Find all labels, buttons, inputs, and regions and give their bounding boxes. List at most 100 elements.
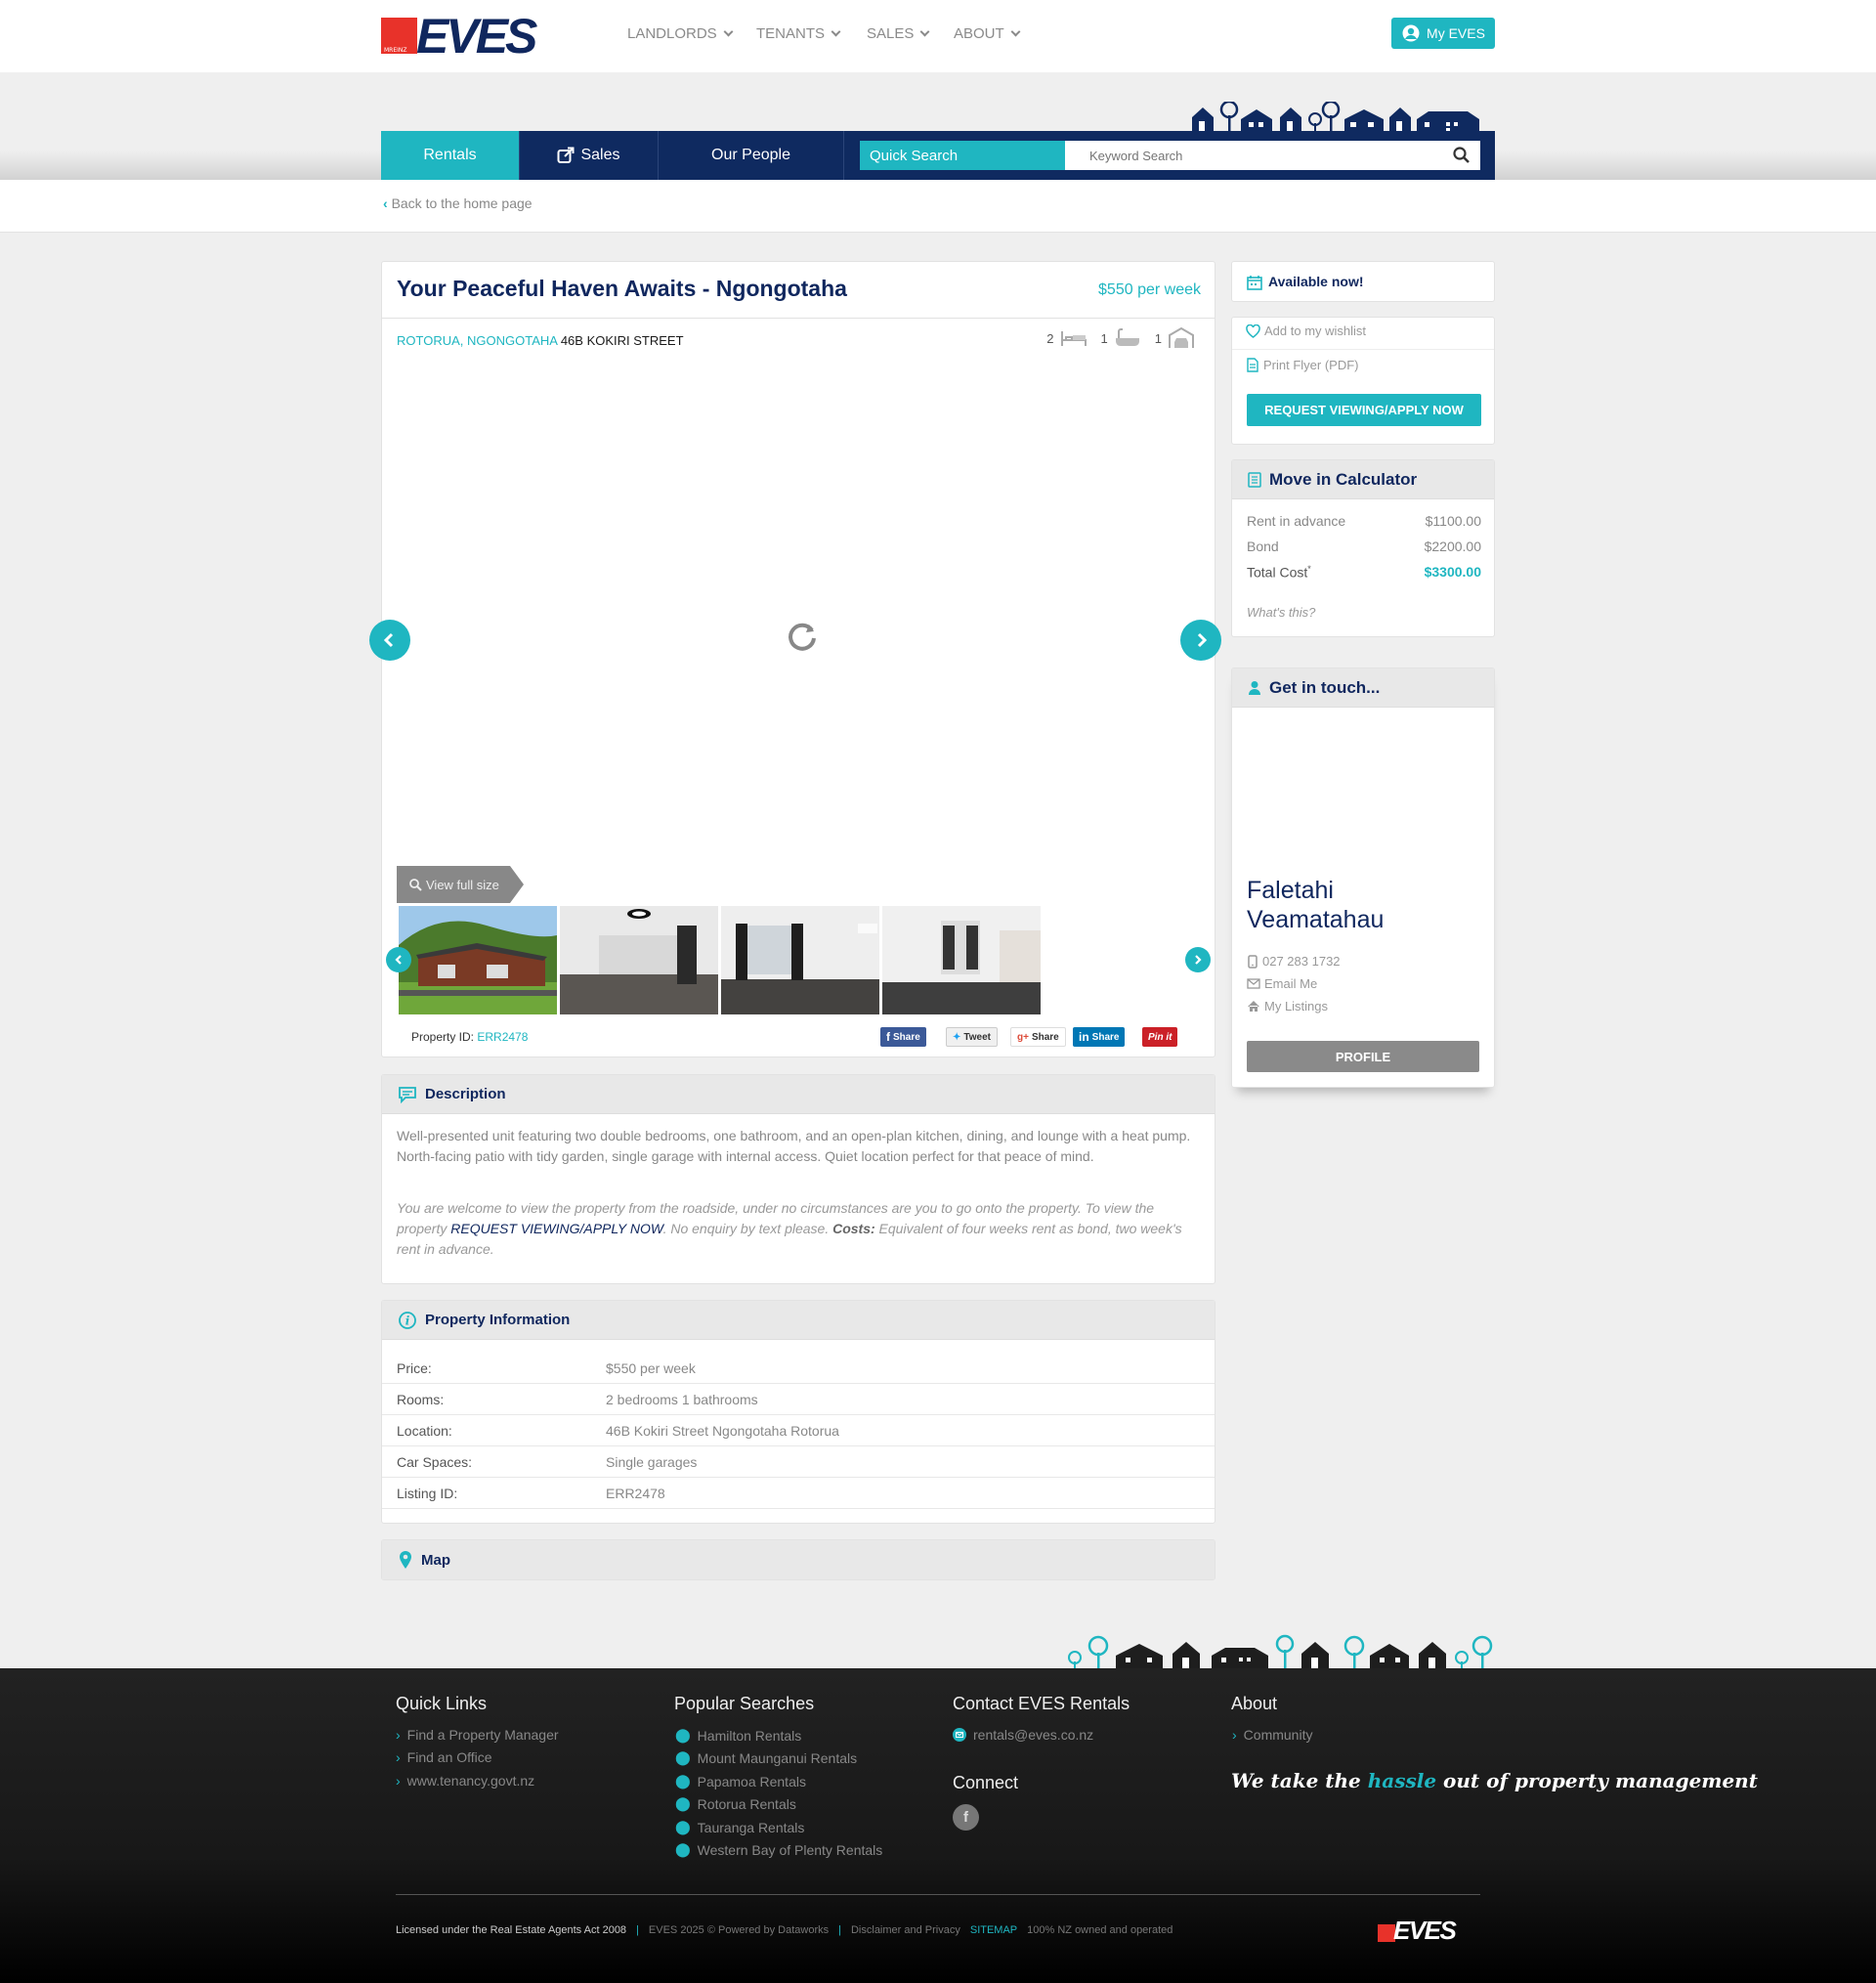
agent-email-label: Email Me (1264, 976, 1318, 991)
get-in-touch-heading: Get in touch... (1269, 677, 1381, 697)
view-full-size-button[interactable]: View full size (397, 866, 524, 903)
search-icon[interactable] (1451, 145, 1472, 166)
calc-value: $1100.00 (1425, 513, 1481, 529)
popular-search-link[interactable]: ⬤ Rotorua Rentals (675, 1795, 796, 1812)
map-pin-icon: ⬤ (675, 1841, 691, 1857)
info-row-price: Price: $550 per week (382, 1353, 1215, 1384)
nav-landlords[interactable]: LANDLORDS (627, 25, 734, 42)
chevron-down-icon (831, 26, 841, 37)
zoom-icon (409, 879, 422, 891)
linkedin-share-button[interactable]: in Share (1073, 1027, 1126, 1047)
popular-search-link[interactable]: ⬤ Western Bay of Plenty Rentals (675, 1841, 882, 1858)
footer-link-find-office[interactable]: › Find an Office (396, 1749, 492, 1765)
keyword-search-input[interactable] (1065, 141, 1480, 170)
footer-link-find-property-manager[interactable]: › Find a Property Manager (396, 1727, 559, 1743)
chevron-down-icon (1010, 26, 1021, 37)
calc-row-bond: Bond $2200.00 (1247, 539, 1481, 554)
carousel-prev-button[interactable] (369, 620, 410, 661)
note-request-link[interactable]: REQUEST VIEWING/APPLY NOW (450, 1221, 662, 1236)
photo-thumbnail-2[interactable] (560, 906, 718, 1014)
info-value: ERR2478 (606, 1485, 665, 1501)
footer-link-label: www.tenancy.govt.nz (406, 1773, 535, 1789)
whats-this-link[interactable]: What's this? (1247, 605, 1315, 620)
tab-rentals[interactable]: Rentals (381, 131, 520, 191)
google-plus-share-button[interactable]: g+ Share (1010, 1027, 1066, 1047)
garage-count: 1 (1154, 330, 1162, 346)
nav-about[interactable]: ABOUT (954, 25, 1021, 42)
contact-email-link[interactable]: rentals@eves.co.nz (953, 1727, 1093, 1743)
eves-logo[interactable]: MREINZ EVES (381, 9, 565, 64)
calc-row-rent: Rent in advance $1100.00 (1247, 513, 1481, 529)
print-flyer-link[interactable]: Print Flyer (PDF) (1246, 358, 1359, 372)
google-plus-share-label: Share (1031, 1031, 1059, 1043)
pinterest-pin-label: Pin it (1148, 1031, 1172, 1043)
room-photo (882, 906, 1041, 1014)
footer-eves-logo[interactable]: EVES (1378, 1916, 1481, 1946)
footer-link-community[interactable]: › Community (1232, 1727, 1312, 1743)
heart-icon (1246, 323, 1260, 338)
my-eves-button[interactable]: My EVES (1391, 18, 1495, 49)
footer-link-label: Find a Property Manager (406, 1727, 559, 1743)
map-heading: Map (421, 1551, 450, 1569)
property-info-heading: Property Information (425, 1312, 571, 1328)
tab-sales-label: Sales (580, 147, 620, 163)
facebook-share-label: Share (893, 1031, 920, 1043)
nav-tenants[interactable]: TENANTS (756, 25, 841, 42)
popular-search-link[interactable]: ⬤ Papamoa Rentals (675, 1773, 806, 1789)
nav-sales[interactable]: SALES (867, 25, 930, 42)
map-panel[interactable]: Map (381, 1539, 1215, 1580)
calendar-icon (1247, 276, 1262, 290)
calc-asterisk: * (1307, 564, 1311, 574)
photo-thumbnail-1[interactable] (399, 906, 557, 1014)
footer-link-tenancy[interactable]: › www.tenancy.govt.nz (396, 1773, 534, 1789)
chevron-right-icon (1195, 955, 1202, 965)
tab-our-people[interactable]: Our People (659, 131, 844, 180)
agent-email-link[interactable]: Email Me (1247, 976, 1317, 991)
popular-search-link[interactable]: ⬤ Hamilton Rentals (675, 1727, 801, 1744)
popular-search-label: Tauranga Rentals (697, 1819, 805, 1835)
agent-phone[interactable]: 027 283 1732 (1247, 954, 1341, 969)
property-id-value: ERR2478 (477, 1030, 529, 1044)
facebook-icon[interactable]: f (953, 1804, 979, 1831)
bed-icon (1060, 331, 1087, 346)
carousel-next-button[interactable] (1180, 620, 1221, 661)
mobile-phone-icon (1248, 954, 1258, 969)
photo-thumbnail-3[interactable] (721, 906, 879, 1014)
photo-thumbnail-4[interactable] (882, 906, 1041, 1014)
listing-tab-bar: Rentals Sales Our People Quick Search (381, 131, 1495, 191)
pinterest-pin-button[interactable]: Pin it (1142, 1027, 1178, 1047)
add-to-wishlist-link[interactable]: Add to my wishlist (1246, 323, 1366, 338)
footer-divider (396, 1894, 1480, 1895)
divider (382, 318, 1215, 319)
sitemap-link[interactable]: SITEMAP (970, 1924, 1017, 1936)
agent-listings-label: My Listings (1264, 999, 1329, 1013)
tab-sales[interactable]: Sales (520, 131, 659, 180)
agent-profile-button[interactable]: PROFILE (1247, 1041, 1479, 1072)
disclaimer-link[interactable]: Disclaimer and Privacy (851, 1924, 960, 1936)
chevron-right-icon: › (396, 1773, 401, 1789)
thumbnails-next-button[interactable] (1185, 947, 1211, 972)
print-flyer-label: Print Flyer (PDF) (1263, 358, 1359, 372)
info-row-rooms: Rooms: 2 bedrooms 1 bathrooms (382, 1384, 1215, 1415)
slogan-highlight: hassle (1367, 1769, 1437, 1792)
popular-search-link[interactable]: ⬤ Tauranga Rentals (675, 1819, 804, 1835)
living-room-photo (560, 906, 718, 1014)
back-to-home-link[interactable]: ‹ Back to the home page (383, 195, 533, 211)
map-pin-icon: ⬤ (675, 1819, 691, 1834)
back-link-label: Back to the home page (391, 195, 533, 211)
svg-text:i: i (405, 1314, 410, 1327)
map-header: Map (382, 1540, 1215, 1579)
popular-search-link[interactable]: ⬤ Mount Maunganui Rentals (675, 1749, 857, 1766)
twitter-tweet-button[interactable]: ✦ Tweet (946, 1027, 998, 1047)
agent-listings-link[interactable]: My Listings (1247, 999, 1328, 1013)
property-id-label: Property ID: (411, 1030, 475, 1044)
listing-title: Your Peaceful Haven Awaits - Ngongotaha (397, 276, 847, 301)
footer-slogan: We take the hassle out of property manag… (1231, 1769, 1758, 1793)
thumbnails-prev-button[interactable] (386, 947, 411, 972)
listing-address: ROTORUA, NGONGOTAHA 46B KOKIRI STREET (397, 333, 684, 348)
request-viewing-button[interactable]: REQUEST VIEWING/APPLY NOW (1247, 394, 1481, 426)
separator: | (838, 1924, 841, 1936)
info-key: Location: (397, 1422, 452, 1439)
logo-wordmark: EVES (416, 9, 537, 64)
facebook-share-button[interactable]: f Share (880, 1027, 926, 1047)
